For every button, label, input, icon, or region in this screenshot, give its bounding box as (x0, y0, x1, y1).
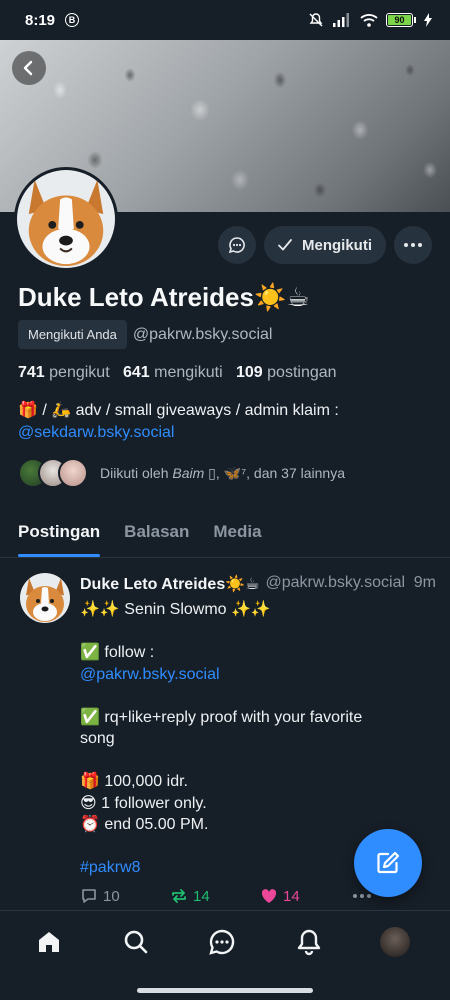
profile-tabs: Postingan Balasan Media (0, 508, 450, 558)
post-author-avatar[interactable] (20, 573, 70, 623)
battery-icon: 90 (386, 13, 416, 27)
tab-posts[interactable]: Postingan (18, 508, 101, 557)
tab-replies[interactable]: Balasan (124, 508, 189, 557)
charging-icon (424, 13, 432, 27)
like-button[interactable]: 14 (260, 887, 350, 905)
repost-count: 14 (193, 887, 210, 905)
handle-row: Mengikuti Anda @pakrw.bsky.social (18, 320, 272, 349)
following-stat[interactable]: 641 mengikuti (123, 364, 223, 381)
ellipsis-icon (404, 243, 422, 247)
wifi-icon (360, 14, 378, 27)
home-icon (39, 932, 59, 952)
tab-media[interactable]: Media (213, 508, 261, 557)
nav-profile[interactable] (380, 927, 410, 957)
corgi-avatar-image (17, 170, 115, 268)
profile-avatar[interactable] (14, 167, 118, 271)
profile-avatar-small (380, 927, 410, 957)
following-button-label: Mengikuti (302, 236, 372, 254)
post-mention-link[interactable]: @pakrw.bsky.social (80, 664, 430, 686)
post-timestamp: 9m (413, 574, 436, 591)
post-author-name[interactable]: Duke Leto Atreides☀️☕ (80, 574, 259, 594)
chevron-left-icon (23, 60, 33, 76)
message-button[interactable] (218, 226, 256, 264)
back-button[interactable] (12, 51, 46, 85)
profile-bio: 🎁 / 🛵 adv / small giveaways / admin klai… (18, 400, 438, 444)
following-button[interactable]: Mengikuti (264, 226, 386, 264)
followers-stat[interactable]: 741 pengikut (18, 364, 110, 381)
search-icon (124, 930, 148, 954)
bio-text: 🎁 / 🛵 adv / small giveaways / admin klai… (18, 402, 339, 419)
nav-notifications[interactable] (294, 927, 324, 957)
battery-level: 90 (388, 15, 411, 25)
reply-button[interactable]: 10 (80, 887, 170, 905)
post-line: song (80, 730, 115, 747)
chat-bubble-icon (228, 237, 245, 254)
profile-actions: Mengikuti (218, 226, 432, 264)
ellipsis-icon (353, 894, 371, 898)
compose-icon (377, 851, 400, 874)
profile-handle: @pakrw.bsky.social (132, 325, 273, 343)
post-line (80, 750, 430, 772)
bell-icon (297, 929, 321, 956)
posts-stat: 109 postingan (235, 364, 337, 381)
post-line: 🎁 100,000 idr. (80, 773, 188, 790)
status-bar: 8:19 B 90 (0, 0, 450, 40)
b-notification-icon: B (65, 13, 80, 27)
post-header: Duke Leto Atreides☀️☕ @pakrw.bsky.social… (80, 574, 436, 594)
profile-stats: 741 pengikut 641 mengikuti 109 postingan (18, 364, 337, 382)
bottom-navigation (0, 910, 450, 1000)
nav-search[interactable] (121, 927, 151, 957)
status-time: 8:19 (25, 11, 56, 29)
compose-button[interactable] (354, 829, 422, 897)
mute-icon (309, 13, 323, 27)
more-options-button[interactable] (394, 226, 432, 264)
corgi-avatar-image (20, 573, 70, 623)
reply-icon (82, 889, 96, 903)
home-indicator[interactable] (137, 988, 313, 993)
chat-icon (209, 929, 235, 955)
post-line (80, 621, 430, 643)
repost-icon (172, 889, 186, 903)
post-line: ✨✨ Senin Slowmo ✨✨ (80, 601, 271, 618)
post-line (80, 685, 430, 707)
known-followers[interactable]: Diikuti oleh Baim ▯, 🦋⁷, dan 37 lainnya (18, 458, 345, 488)
post-actions: 10 14 14 (80, 887, 380, 905)
like-count: 14 (283, 887, 300, 905)
signal-icon (333, 13, 349, 27)
nav-home[interactable] (34, 927, 64, 957)
heart-icon (261, 889, 277, 903)
check-icon (278, 239, 292, 251)
profile-display-name: Duke Leto Atreides☀️☕ (18, 282, 310, 312)
follows-you-badge: Mengikuti Anda (18, 320, 127, 349)
bio-mention-link[interactable]: @sekdarw.bsky.social (18, 422, 438, 444)
post-author-handle[interactable]: @pakrw.bsky.social (265, 574, 407, 594)
post-line: 😎 1 follower only. (80, 794, 207, 812)
known-follower-avatar (58, 458, 88, 488)
nav-chat[interactable] (207, 927, 237, 957)
post-line: ✅ rq+like+reply proof with your favorite (80, 708, 363, 726)
known-followers-text: Diikuti oleh Baim ▯, 🦋⁷, dan 37 lainnya (100, 464, 346, 481)
post-line: ✅ follow : (80, 644, 155, 661)
reply-count: 10 (103, 887, 120, 905)
post-more-button[interactable] (352, 893, 372, 899)
repost-button[interactable]: 14 (170, 887, 260, 905)
